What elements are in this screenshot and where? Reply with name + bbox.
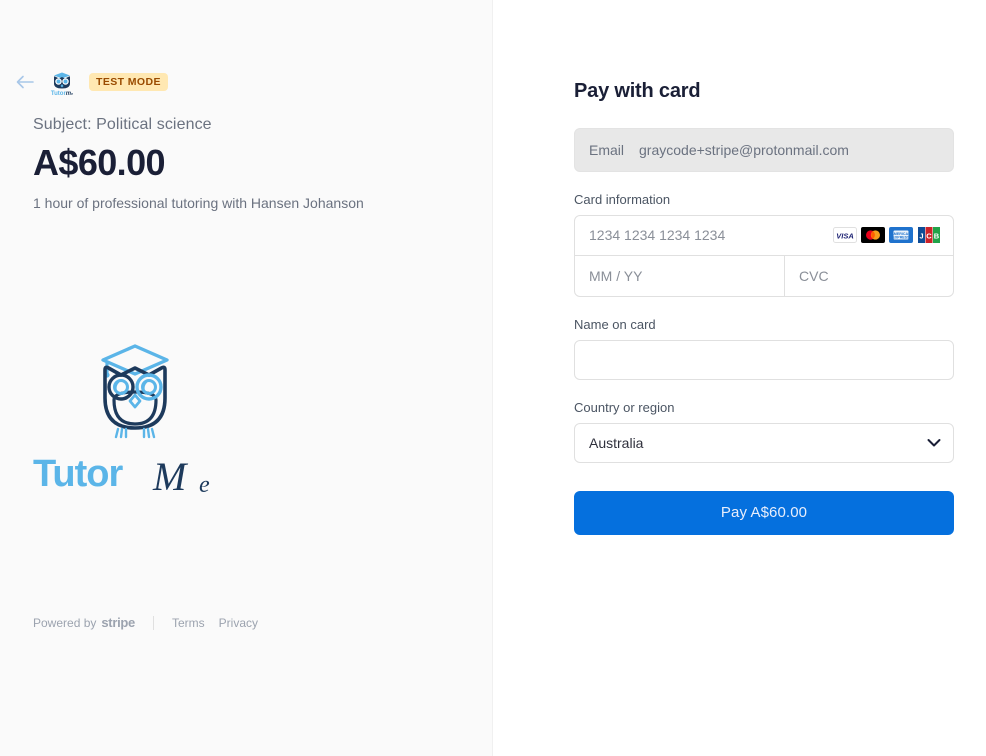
card-number-row: VISA AMERICAN	[575, 215, 953, 256]
svg-text:Tutorme: Tutorme	[51, 91, 73, 97]
mastercard-icon	[861, 227, 885, 244]
svg-text:EXPRESS: EXPRESS	[893, 236, 911, 240]
country-selected-value: Australia	[589, 434, 644, 451]
tutorme-wordmark: Tutor M e	[33, 453, 210, 498]
svg-text:M: M	[152, 454, 189, 498]
payment-form-panel: Pay with card Email graycode+stripe@prot…	[493, 0, 986, 756]
name-on-card-block: Name on card	[574, 317, 954, 380]
country-select-wrapper: Australia	[574, 422, 954, 463]
email-value: graycode+stripe@protonmail.com	[639, 142, 849, 158]
country-select[interactable]: Australia	[574, 422, 954, 463]
card-number-input[interactable]	[589, 215, 833, 255]
merchant-logo-large: Tutor M e	[33, 336, 237, 498]
footer-divider	[152, 615, 154, 630]
payment-form: Pay with card Email graycode+stripe@prot…	[574, 80, 954, 535]
powered-by-stripe[interactable]: Powered by stripe	[33, 615, 135, 630]
back-arrow-icon[interactable]	[15, 72, 35, 92]
svg-text:e: e	[199, 472, 210, 498]
amount-total: A$60.00	[33, 142, 166, 184]
card-information-label: Card information	[574, 192, 671, 207]
svg-text:J: J	[919, 232, 923, 241]
stripe-wordmark: stripe	[101, 615, 135, 630]
checkout-page: Tutorme TEST MODE Subject: Political sci…	[0, 0, 986, 756]
test-mode-badge: TEST MODE	[89, 73, 168, 91]
svg-text:VISA: VISA	[836, 232, 854, 241]
expiry-cell	[575, 255, 785, 296]
svg-text:C: C	[926, 232, 932, 241]
pay-button[interactable]: Pay A$60.00	[574, 490, 954, 535]
amex-icon: AMERICAN EXPRESS	[889, 227, 913, 244]
country-label: Country or region	[574, 399, 675, 415]
card-brand-icons: VISA AMERICAN EXPRESS J C B	[833, 227, 941, 244]
card-cvc-input[interactable]	[799, 255, 953, 296]
email-field: Email graycode+stripe@protonmail.com	[574, 128, 954, 172]
svg-text:Tutor: Tutor	[33, 453, 123, 495]
tutorme-logo-icon: Tutorme	[47, 67, 77, 97]
email-label: Email	[589, 142, 625, 158]
name-on-card-label: Name on card	[574, 316, 656, 332]
product-description: 1 hour of professional tutoring with Han…	[33, 194, 364, 211]
privacy-link[interactable]: Privacy	[219, 616, 258, 630]
card-expiry-input[interactable]	[589, 255, 770, 296]
merchant-header: Tutorme TEST MODE	[15, 0, 459, 97]
name-on-card-input[interactable]	[574, 339, 954, 380]
terms-link[interactable]: Terms	[172, 616, 205, 630]
powered-by-label: Powered by	[33, 615, 97, 630]
footer: Powered by stripe Terms Privacy	[33, 615, 258, 630]
owl-graduation-icon	[101, 344, 169, 439]
card-information-group: VISA AMERICAN	[574, 214, 954, 297]
visa-icon: VISA	[833, 227, 857, 244]
svg-text:B: B	[934, 232, 940, 241]
page-title: Pay with card	[574, 80, 701, 102]
subject-label: Subject: Political science	[33, 116, 212, 133]
cvc-cell: 123	[785, 255, 953, 296]
order-summary-panel: Tutorme TEST MODE Subject: Political sci…	[0, 0, 493, 756]
jcb-icon: J C B	[917, 227, 941, 244]
expiry-cvc-row: 123	[575, 255, 953, 296]
